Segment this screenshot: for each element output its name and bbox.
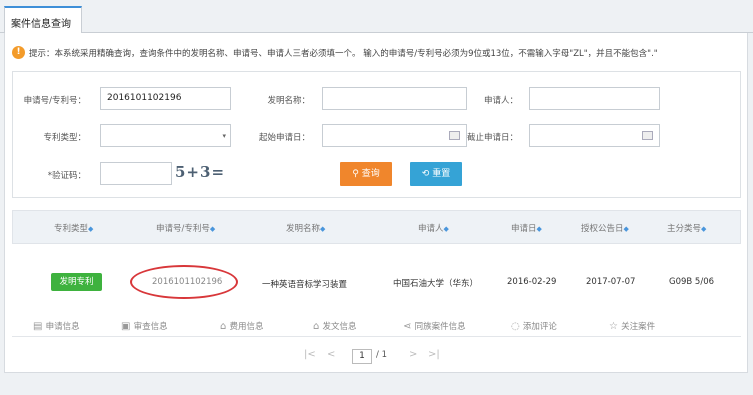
action-app-info[interactable]: ▤ 申请信息	[33, 320, 80, 332]
app-no-label: 申请号/专利号：	[23, 96, 86, 106]
action-fee-info[interactable]: ⌂ 费用信息	[220, 320, 264, 332]
page-total: / 1	[376, 350, 387, 360]
action-follow[interactable]: ☆ 关注案件	[609, 320, 655, 332]
captcha-image[interactable]: 5+3=	[175, 163, 225, 181]
calendar-icon[interactable]	[449, 131, 460, 140]
tab-bar	[0, 0, 753, 33]
image-icon: ▣	[121, 321, 134, 332]
col-header[interactable]: 授权公告日◆	[581, 222, 629, 234]
query-button[interactable]: ⚲ 查询	[340, 162, 392, 186]
patent-type-label: 专利类型：	[43, 133, 86, 143]
sort-icon: ◆	[536, 225, 542, 233]
sort-icon: ◆	[320, 225, 326, 233]
applicant-input[interactable]	[529, 87, 660, 110]
grant-date-cell: 2017-07-07	[586, 277, 636, 287]
share-icon: ⋖	[403, 321, 415, 332]
table-header	[12, 210, 741, 244]
reset-button[interactable]: ⟲ 重置	[410, 162, 462, 186]
first-page-icon[interactable]: |<	[304, 349, 316, 360]
patent-type-badge: 发明专利	[51, 273, 102, 291]
comment-icon: ◌	[511, 321, 523, 332]
patent-type-select[interactable]: ▾	[100, 124, 231, 147]
start-date-label: 起始申请日：	[258, 133, 310, 143]
app-no-input[interactable]: 2016101102196	[100, 87, 231, 110]
sort-icon: ◆	[209, 225, 216, 233]
app-date-cell: 2016-02-29	[507, 277, 557, 287]
sort-icon: ◆	[443, 225, 449, 233]
highlight-circle	[130, 265, 238, 299]
ipc-cell: G09B 5/06	[669, 277, 715, 287]
action-family-info[interactable]: ⋖ 同族案件信息	[403, 320, 466, 332]
page-input[interactable]: 1	[352, 349, 372, 364]
letter-icon: ⌂	[313, 321, 323, 332]
sort-icon: ◆	[623, 225, 629, 233]
title-cell: 一种英语音标学习装置	[262, 280, 348, 290]
col-header[interactable]: 申请号/专利号◆	[156, 222, 215, 234]
warning-icon: !	[12, 46, 25, 59]
hint-text: 提示：本系统采用精确查询，查询条件中的发明名称、申请号、申请人三者必须填一个。 …	[29, 49, 658, 59]
captcha-label: *验证码：	[47, 171, 86, 181]
document-icon: ▤	[33, 321, 46, 332]
end-date-input[interactable]	[529, 124, 660, 147]
invention-name-label: 发明名称：	[267, 96, 310, 106]
col-header[interactable]: 申请日◆	[511, 222, 542, 234]
end-date-label: 截止申请日：	[466, 133, 518, 143]
action-exam-info[interactable]: ▣ 审查信息	[121, 320, 168, 332]
col-header[interactable]: 发明名称◆	[286, 222, 325, 234]
search-icon: ⚲	[352, 169, 362, 179]
invention-name-input[interactable]	[322, 87, 467, 110]
sort-icon: ◆	[88, 225, 94, 233]
col-header[interactable]: 专利类型◆	[54, 222, 93, 234]
calendar-icon[interactable]	[642, 131, 653, 140]
star-icon: ☆	[609, 321, 622, 332]
prev-page-icon[interactable]: <	[327, 349, 335, 360]
tab-case-query[interactable]: 案件信息查询	[4, 6, 82, 34]
col-header[interactable]: 主分类号◆	[667, 222, 706, 234]
chevron-down-icon: ▾	[222, 132, 226, 140]
next-page-icon[interactable]: >	[409, 349, 417, 360]
applicant-label: 申请人：	[483, 96, 518, 106]
action-letter-info[interactable]: ⌂ 发文信息	[313, 320, 357, 332]
start-date-input[interactable]	[322, 124, 467, 147]
applicant-cell: 中国石油大学（华东）	[393, 279, 479, 289]
last-page-icon[interactable]: >|	[428, 349, 440, 360]
action-add-comment[interactable]: ◌ 添加评论	[511, 320, 557, 332]
divider	[12, 336, 741, 337]
captcha-input[interactable]	[100, 162, 172, 185]
sort-icon: ◆	[701, 225, 707, 233]
col-header[interactable]: 申请人◆	[418, 222, 449, 234]
fee-icon: ⌂	[220, 321, 230, 332]
refresh-icon: ⟲	[421, 169, 433, 179]
